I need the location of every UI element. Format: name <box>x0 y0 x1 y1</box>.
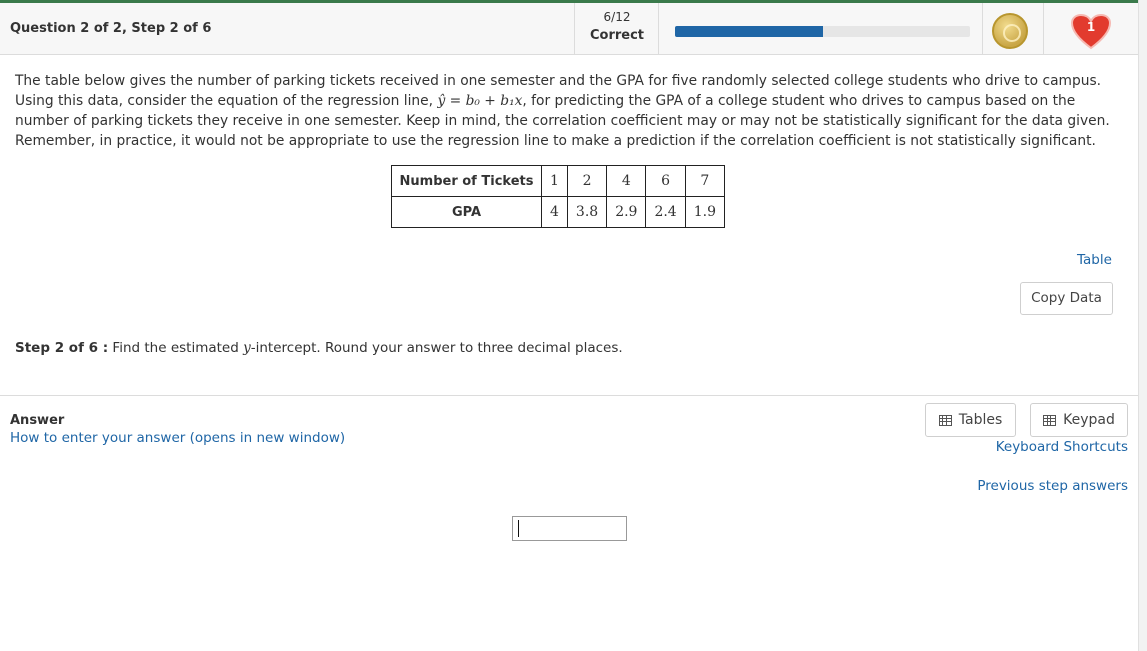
divider <box>982 3 983 55</box>
how-to-enter-answer-link[interactable]: How to enter your answer (opens in new w… <box>10 430 345 446</box>
step-text: Find the estimated <box>108 340 244 356</box>
progress-fill <box>675 26 823 37</box>
answer-input[interactable] <box>512 516 627 541</box>
lives-count: 1 <box>1086 20 1096 34</box>
score-status: Correct <box>589 28 645 43</box>
divider <box>658 3 659 55</box>
text-caret <box>518 520 519 537</box>
answer-label: Answer <box>10 413 65 428</box>
header-bar: Question 2 of 2, Step 2 of 6 6/12 Correc… <box>0 3 1139 55</box>
previous-step-answers-link[interactable]: Previous step answers <box>977 478 1128 494</box>
table-row: GPA 4 3.8 2.9 2.4 1.9 <box>391 196 725 228</box>
divider <box>574 3 575 55</box>
keypad-button[interactable]: Keypad <box>1030 403 1128 437</box>
step-instruction: Step 2 of 6 : Find the estimated y-inter… <box>15 340 623 356</box>
step-variable: y <box>243 340 251 356</box>
scrollbar[interactable] <box>1138 0 1147 651</box>
copy-data-button[interactable]: Copy Data <box>1020 282 1113 315</box>
table-cell: 3.8 <box>566 196 608 228</box>
tables-label: Tables <box>958 412 1003 428</box>
tables-button[interactable]: Tables <box>925 403 1016 437</box>
divider <box>1043 3 1044 55</box>
table-cell: 2.4 <box>645 196 686 228</box>
table-cell: 2.9 <box>606 196 647 228</box>
question-label: Question 2 of 2, Step 2 of 6 <box>10 21 212 36</box>
regression-equation: ŷ = b₀ + b₁x <box>437 93 523 109</box>
step-text: -intercept. Round your answer to three d… <box>250 340 623 356</box>
step-label: Step 2 of 6 : <box>15 340 109 356</box>
row-header: Number of Tickets <box>391 165 542 197</box>
row-header: GPA <box>391 196 542 228</box>
keypad-icon <box>1043 414 1057 426</box>
score-fraction: 6/12 <box>603 10 631 24</box>
table-link[interactable]: Table <box>1077 252 1112 268</box>
keyboard-shortcuts-link[interactable]: Keyboard Shortcuts <box>996 439 1128 455</box>
table-cell: 1 <box>541 165 568 197</box>
table-cell: 4 <box>606 165 647 197</box>
table-cell: 2 <box>566 165 608 197</box>
data-table: Number of Tickets 1 2 4 6 7 GPA 4 3.8 2.… <box>391 165 725 228</box>
score-box: 6/12 Correct <box>578 10 656 43</box>
table-cell: 7 <box>684 165 725 197</box>
table-cell: 4 <box>541 196 568 228</box>
table-cell: 1.9 <box>684 196 725 228</box>
problem-statement: The table below gives the number of park… <box>15 71 1125 151</box>
keypad-label: Keypad <box>1063 412 1115 428</box>
table-icon <box>938 414 952 426</box>
table-cell: 6 <box>645 165 686 197</box>
progress-bar <box>675 26 970 37</box>
table-row: Number of Tickets 1 2 4 6 7 <box>391 165 725 197</box>
coin-icon[interactable] <box>992 13 1028 49</box>
section-divider <box>0 395 1138 396</box>
